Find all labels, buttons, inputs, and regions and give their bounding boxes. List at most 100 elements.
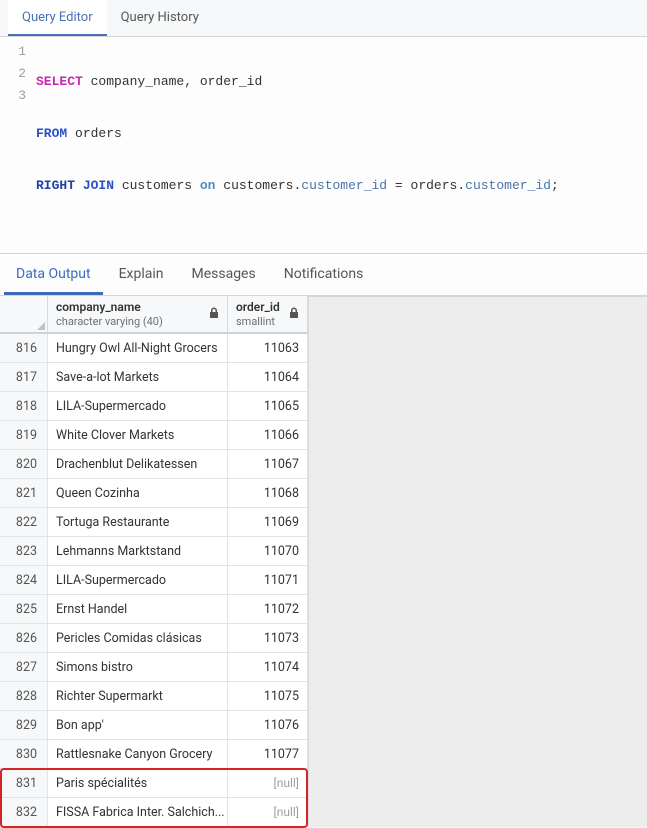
- cell-order-id[interactable]: 11068: [228, 479, 308, 507]
- table-row[interactable]: 829Bon app'11076: [0, 711, 308, 740]
- cell-order-id[interactable]: 11077: [228, 740, 308, 768]
- column-header-order-id[interactable]: order_id smallint: [228, 296, 308, 332]
- column-type: character varying (40): [56, 315, 163, 329]
- cell-order-id[interactable]: [null]: [228, 798, 308, 826]
- row-number-cell[interactable]: 820: [0, 450, 48, 478]
- cell-order-id[interactable]: 11075: [228, 682, 308, 710]
- cell-company-name[interactable]: LILA-Supermercado: [48, 566, 228, 594]
- cell-order-id[interactable]: 11074: [228, 653, 308, 681]
- result-grid: company_name character varying (40) orde…: [0, 296, 308, 827]
- row-number-cell[interactable]: 827: [0, 653, 48, 681]
- sql-columns: company_name, order_id: [83, 74, 262, 89]
- row-number-cell[interactable]: 832: [0, 798, 48, 826]
- line-number-gutter: 1 2 3: [0, 41, 36, 227]
- cell-company-name[interactable]: Richter Supermarkt: [48, 682, 228, 710]
- cell-company-name[interactable]: Rattlesnake Canyon Grocery: [48, 740, 228, 768]
- row-number-cell[interactable]: 817: [0, 363, 48, 391]
- row-number-cell[interactable]: 822: [0, 508, 48, 536]
- lock-icon: [289, 307, 299, 319]
- table-row[interactable]: 819White Clover Markets11066: [0, 421, 308, 450]
- row-number-cell[interactable]: 826: [0, 624, 48, 652]
- row-number-cell[interactable]: 821: [0, 479, 48, 507]
- cell-order-id[interactable]: 11065: [228, 392, 308, 420]
- cell-company-name[interactable]: Queen Cozinha: [48, 479, 228, 507]
- null-value: [null]: [274, 776, 299, 790]
- result-tabs: Data Output Explain Messages Notificatio…: [0, 253, 647, 296]
- table-row[interactable]: 818LILA-Supermercado11065: [0, 392, 308, 421]
- row-number-cell[interactable]: 825: [0, 595, 48, 623]
- column-header-company-name[interactable]: company_name character varying (40): [48, 296, 228, 332]
- cell-order-id[interactable]: 11069: [228, 508, 308, 536]
- line-number: 1: [0, 41, 26, 63]
- column-name: company_name: [56, 300, 163, 315]
- tab-data-output[interactable]: Data Output: [4, 254, 103, 295]
- cell-company-name[interactable]: Hungry Owl All-Night Grocers: [48, 334, 228, 362]
- cell-order-id[interactable]: 11070: [228, 537, 308, 565]
- empty-grid-area: [309, 296, 647, 827]
- cell-order-id[interactable]: 11067: [228, 450, 308, 478]
- cell-company-name[interactable]: Ernst Handel: [48, 595, 228, 623]
- cell-company-name[interactable]: Drachenblut Delikatessen: [48, 450, 228, 478]
- row-number-cell[interactable]: 829: [0, 711, 48, 739]
- table-row[interactable]: 816Hungry Owl All-Night Grocers11063: [0, 334, 308, 363]
- table-row[interactable]: 831Paris spécialités [null]: [0, 769, 308, 798]
- row-number-cell[interactable]: 819: [0, 421, 48, 449]
- cell-company-name[interactable]: Save-a-lot Markets: [48, 363, 228, 391]
- row-number-cell[interactable]: 828: [0, 682, 48, 710]
- cell-company-name[interactable]: LILA-Supermercado: [48, 392, 228, 420]
- keyword-from: FROM: [36, 126, 67, 141]
- table-row[interactable]: 824LILA-Supermercado11071: [0, 566, 308, 595]
- cell-order-id[interactable]: 11073: [228, 624, 308, 652]
- grid-body[interactable]: 816Hungry Owl All-Night Grocers11063817S…: [0, 334, 308, 827]
- table-row[interactable]: 821Queen Cozinha11068: [0, 479, 308, 508]
- tab-messages[interactable]: Messages: [179, 254, 267, 295]
- table-row[interactable]: 825Ernst Handel11072: [0, 595, 308, 624]
- cell-order-id[interactable]: 11063: [228, 334, 308, 362]
- cell-order-id[interactable]: [null]: [228, 769, 308, 797]
- cell-order-id[interactable]: 11064: [228, 363, 308, 391]
- tab-explain[interactable]: Explain: [107, 254, 176, 295]
- tab-notifications[interactable]: Notifications: [272, 254, 376, 295]
- table-row[interactable]: 820Drachenblut Delikatessen11067: [0, 450, 308, 479]
- row-number-cell[interactable]: 816: [0, 334, 48, 362]
- grid-header: company_name character varying (40) orde…: [0, 296, 308, 334]
- line-number: 2: [0, 63, 26, 85]
- cell-company-name[interactable]: Paris spécialités: [48, 769, 228, 797]
- cell-company-name[interactable]: Tortuga Restaurante: [48, 508, 228, 536]
- cell-company-name[interactable]: White Clover Markets: [48, 421, 228, 449]
- cell-order-id[interactable]: 11071: [228, 566, 308, 594]
- table-row[interactable]: 826Pericles Comidas clásicas11073: [0, 624, 308, 653]
- table-row[interactable]: 830Rattlesnake Canyon Grocery11077: [0, 740, 308, 769]
- cell-company-name[interactable]: Pericles Comidas clásicas: [48, 624, 228, 652]
- column-type: smallint: [236, 315, 280, 329]
- row-number-cell[interactable]: 831: [0, 769, 48, 797]
- keyword-right: RIGHT: [36, 178, 83, 193]
- cell-order-id[interactable]: 11072: [228, 595, 308, 623]
- table-row[interactable]: 827Simons bistro11074: [0, 653, 308, 682]
- keyword-join: JOIN: [83, 178, 114, 193]
- row-number-cell[interactable]: 818: [0, 392, 48, 420]
- cell-company-name[interactable]: Lehmanns Marktstand: [48, 537, 228, 565]
- sql-editor[interactable]: 1 2 3 SELECT company_name, order_id FROM…: [0, 37, 647, 253]
- row-number-cell[interactable]: 823: [0, 537, 48, 565]
- table-row[interactable]: 822Tortuga Restaurante11069: [0, 508, 308, 537]
- cell-company-name[interactable]: FISSA Fabrica Inter. Salchich...: [48, 798, 228, 826]
- row-number-cell[interactable]: 824: [0, 566, 48, 594]
- cell-company-name[interactable]: Bon app': [48, 711, 228, 739]
- table-row[interactable]: 832FISSA Fabrica Inter. Salchich...[null…: [0, 798, 308, 827]
- tab-query-history[interactable]: Query History: [107, 0, 213, 36]
- keyword-on: on: [200, 178, 216, 193]
- tab-query-editor[interactable]: Query Editor: [8, 0, 107, 36]
- sql-text: ;: [551, 178, 559, 193]
- cell-order-id[interactable]: 11066: [228, 421, 308, 449]
- row-number-header[interactable]: [0, 296, 48, 332]
- sql-code[interactable]: SELECT company_name, order_id FROM order…: [36, 41, 647, 227]
- cell-order-id[interactable]: 11076: [228, 711, 308, 739]
- cell-company-name[interactable]: Simons bistro: [48, 653, 228, 681]
- table-row[interactable]: 817Save-a-lot Markets11064: [0, 363, 308, 392]
- table-row[interactable]: 823Lehmanns Marktstand11070: [0, 537, 308, 566]
- row-number-cell[interactable]: 830: [0, 740, 48, 768]
- sql-field: customer_id: [301, 178, 387, 193]
- table-row[interactable]: 828Richter Supermarkt11075: [0, 682, 308, 711]
- sql-field: customer_id: [465, 178, 551, 193]
